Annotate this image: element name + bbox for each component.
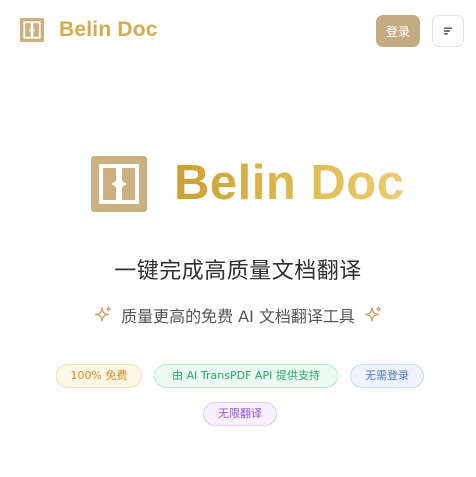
- subline-text: 质量更高的免费 AI 文档翻译工具: [121, 307, 355, 326]
- top-header: Belin Doc 登录: [0, 0, 476, 62]
- headline: 一键完成高质量文档翻译: [114, 259, 362, 284]
- brand[interactable]: Belin Doc: [20, 18, 158, 42]
- belin-doc-logo-icon: [20, 18, 44, 42]
- page: Belin Doc 登录 Belin Doc 一键完成高质量文档翻译 质量更高的…: [0, 0, 476, 477]
- hero-logo-icon: [91, 156, 147, 212]
- brand-name: Belin Doc: [59, 18, 158, 41]
- badge-free: 100% 免费: [56, 364, 142, 388]
- hero-title: Belin Doc: [174, 153, 404, 213]
- sparkle-icon: [94, 306, 112, 322]
- menu-icon: [444, 27, 452, 35]
- sparkle-icon: [364, 306, 381, 322]
- menu-button[interactable]: [432, 15, 464, 47]
- badge-api-powered: 由 AI TransPDF API 提供支持: [154, 364, 338, 388]
- badge-no-login: 无需登录: [350, 364, 424, 388]
- subline: 质量更高的免费 AI 文档翻译工具: [0, 303, 476, 327]
- badge-unlimited: 无限翻译: [203, 402, 277, 426]
- login-button[interactable]: 登录: [376, 15, 420, 47]
